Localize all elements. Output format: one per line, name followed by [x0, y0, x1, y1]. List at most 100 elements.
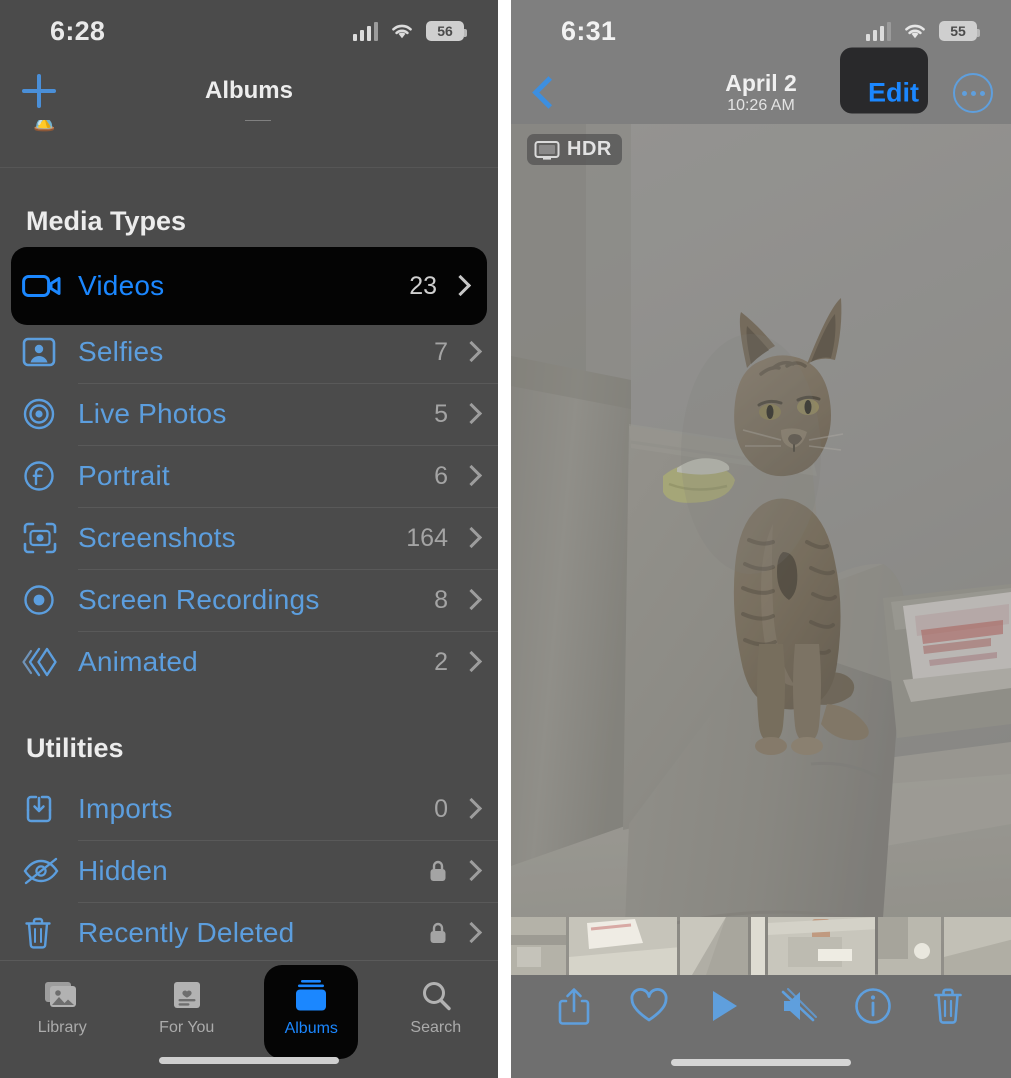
left-tab-bar: Library For You Albums Search: [0, 960, 498, 1078]
wifi-icon: [905, 24, 925, 39]
list-item-portrait[interactable]: Portrait 6: [0, 445, 498, 507]
tab-for-you[interactable]: For You: [125, 969, 250, 1047]
tab-label: Search: [410, 1019, 462, 1036]
info-button[interactable]: [836, 986, 911, 1026]
filmstrip-thumb[interactable]: [569, 917, 677, 975]
filmstrip-thumb[interactable]: [944, 917, 1011, 975]
mute-icon: [782, 988, 818, 1022]
list-item-recently-deleted[interactable]: Recently Deleted: [0, 902, 498, 964]
list-item-label: Hidden: [78, 855, 168, 886]
filmstrip-thumb[interactable]: [679, 917, 749, 975]
partial-row-count: —: [245, 120, 271, 133]
home-indicator[interactable]: [159, 1057, 339, 1064]
trash-icon: [22, 915, 78, 951]
list-item-live-photos[interactable]: Live Photos 5: [0, 383, 498, 445]
right-status-bar: 6:31 55: [511, 0, 1011, 62]
partial-row-label: ⌛: [28, 120, 60, 133]
list-item-count: 2: [434, 647, 448, 676]
filmstrip-thumb[interactable]: [877, 917, 942, 975]
photo-time: 10:26 AM: [727, 96, 795, 114]
tab-label: For You: [159, 1019, 215, 1036]
list-item-count: 7: [434, 337, 448, 366]
photo-image: [511, 124, 1011, 975]
tab-library[interactable]: Library: [0, 969, 125, 1047]
list-item-animated[interactable]: Animated 2: [0, 631, 498, 693]
photo-stack-icon: [45, 982, 77, 1007]
status-time: 6:28: [50, 15, 106, 46]
hdr-badge: HDR: [527, 134, 622, 165]
list-item-count: 6: [434, 461, 448, 490]
list-item-videos[interactable]: Videos 23: [11, 251, 487, 321]
filmstrip-thumb[interactable]: [751, 917, 765, 975]
cellular-bars-icon: [866, 21, 891, 41]
plus-icon[interactable]: [22, 74, 56, 108]
chevron-right-icon: [464, 589, 476, 611]
toolbar-icons: [511, 975, 1011, 1037]
photo-date: April 2: [725, 70, 797, 97]
list-item-label: Recently Deleted: [78, 917, 295, 948]
list-item-label: Imports: [78, 793, 173, 824]
list-item-count: 8: [434, 585, 448, 614]
delete-button[interactable]: [910, 986, 985, 1026]
list-item-count: 23: [409, 271, 437, 300]
chevron-right-icon: [464, 465, 476, 487]
tab-search[interactable]: Search: [374, 969, 499, 1047]
photo-canvas[interactable]: HDR: [511, 124, 1011, 975]
filmstrip-thumb[interactable]: [767, 917, 875, 975]
edit-button-wrap: Edit: [840, 47, 928, 114]
chevron-right-icon: [464, 403, 476, 425]
list-item-imports[interactable]: Imports 0: [0, 778, 498, 840]
list-item-label: Videos: [78, 270, 165, 301]
trash-icon: [933, 988, 962, 1024]
tab-label: Library: [37, 1019, 87, 1036]
portrait-f-icon: [22, 458, 78, 494]
import-tray-icon: [22, 791, 78, 827]
record-dot-icon: [22, 582, 78, 618]
photo-filmstrip[interactable]: [511, 917, 1011, 975]
ellipsis-circle-icon[interactable]: [953, 73, 993, 113]
chevron-right-icon: [464, 527, 476, 549]
list-item-screen-recordings[interactable]: Screen Recordings 8: [0, 569, 498, 631]
live-photo-icon: [22, 396, 78, 432]
list-item-selfies[interactable]: Selfies 7: [0, 321, 498, 383]
screenshot-stage: 6:28 56 Albums ⌛ —: [0, 0, 1011, 1078]
share-button[interactable]: [537, 986, 612, 1026]
list-item-screenshots[interactable]: Screenshots 164: [0, 507, 498, 569]
for-you-card-icon: [173, 982, 200, 1008]
wifi-icon: [392, 24, 412, 39]
videos-row-highlight-wrap: Videos 23: [0, 247, 498, 325]
eye-slash-icon: [22, 853, 78, 889]
phone-divider: [498, 0, 511, 1078]
chevron-left-icon[interactable]: [533, 76, 553, 110]
section-header-utilities: Utilities: [26, 733, 124, 763]
battery-percent: 55: [950, 23, 966, 39]
list-item-label: Screen Recordings: [78, 584, 320, 615]
list-item-count: 0: [434, 794, 448, 823]
tab-albums[interactable]: Albums: [249, 965, 374, 1059]
battery-indicator: 56: [426, 21, 467, 41]
right-phone-photo-viewer: 6:31 55 April 2 10:26 AM Edit HDR: [511, 0, 1011, 1078]
filmstrip-thumb[interactable]: [511, 917, 567, 975]
home-indicator[interactable]: [671, 1059, 851, 1066]
video-camera-icon: [22, 268, 78, 304]
screenshot-camera-icon: [22, 520, 78, 556]
play-icon: [712, 991, 737, 1021]
hdr-label: HDR: [567, 138, 612, 160]
albums-box-icon: [296, 980, 327, 1011]
lock-icon: [428, 859, 464, 883]
list-item-count: 5: [434, 399, 448, 428]
chevron-right-icon: [464, 341, 476, 363]
mute-button[interactable]: [761, 987, 836, 1025]
photo-toolbar: [511, 975, 1011, 1078]
list-item-hidden[interactable]: Hidden: [0, 840, 498, 902]
left-status-bar: 6:28 56: [0, 0, 498, 62]
edit-button[interactable]: Edit: [868, 78, 919, 109]
section-header-media-types: Media Types: [26, 206, 187, 236]
favorite-button[interactable]: [612, 987, 687, 1025]
status-time: 6:31: [561, 15, 617, 46]
play-button[interactable]: [686, 987, 761, 1025]
list-item-count: 164: [406, 523, 448, 552]
chevron-right-icon: [464, 860, 476, 882]
left-navbar: Albums: [0, 62, 498, 120]
list-item-label: Selfies: [78, 336, 164, 367]
